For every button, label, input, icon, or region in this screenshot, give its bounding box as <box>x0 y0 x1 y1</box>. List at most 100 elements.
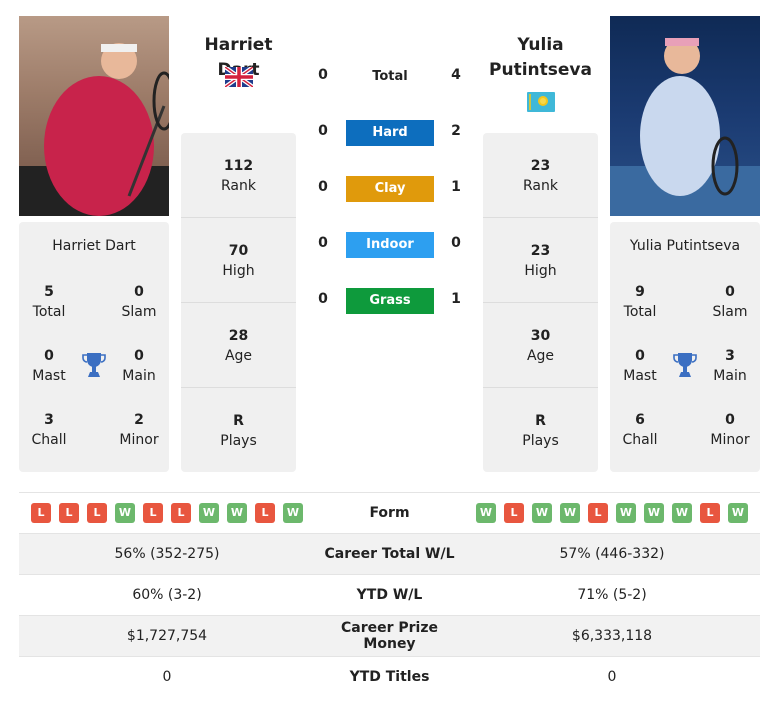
form-badge-loss: L <box>143 503 163 523</box>
titles-main-label: Main <box>122 368 156 384</box>
titles-slam-label: Slam <box>121 304 157 320</box>
row-label: Career Prize Money <box>340 620 438 652</box>
form-badge-win: W <box>115 503 135 523</box>
stat-value: R <box>535 413 546 429</box>
form-badge-win: W <box>532 503 552 523</box>
form-left: LLLWLLWWLW <box>19 503 315 523</box>
row-right-value: $6,333,118 <box>571 628 653 644</box>
table-row: 56% (352-275) Career Total W/L 57% (446-… <box>19 533 760 574</box>
titles-chall-value: 3 <box>44 412 54 428</box>
h2h-total-right: 4 <box>451 67 461 83</box>
titles-mast: 0 Mast <box>19 346 79 386</box>
stat-label: High <box>222 263 255 279</box>
titles-chall-label: Chall <box>31 432 67 448</box>
row-label: YTD W/L <box>356 587 423 603</box>
stat-value: 23 <box>530 243 551 259</box>
titles-mast-label: Mast <box>32 368 66 384</box>
stat-label: Age <box>526 348 555 364</box>
player-name-line1: Yulia <box>517 35 564 55</box>
row-right-value: 57% (446-332) <box>559 546 665 562</box>
titles-slam-value: 0 <box>725 284 735 300</box>
stat-value: 112 <box>223 158 254 174</box>
titles-minor: 0 Minor <box>700 410 760 450</box>
row-right-value: 0 <box>607 669 617 685</box>
titles-total-label: Total <box>32 304 66 320</box>
stat-label: High <box>524 263 557 279</box>
player-stats-left: 112 Rank 70 High 28 Age R Plays <box>181 133 296 472</box>
form-badge-loss: L <box>59 503 79 523</box>
stat-value: 30 <box>530 328 551 344</box>
surface-indoor-badge: Indoor <box>346 232 434 258</box>
form-badge-win: W <box>199 503 219 523</box>
form-badge-loss: L <box>588 503 608 523</box>
form-badge-win: W <box>476 503 496 523</box>
stat-label: Plays <box>522 433 559 449</box>
form-badge-win: W <box>227 503 247 523</box>
titles-slam-value: 0 <box>134 284 144 300</box>
titles-mast-value: 0 <box>44 348 54 364</box>
surface-hard-badge: Hard <box>346 120 434 146</box>
titles-main-label: Main <box>713 368 747 384</box>
stat-rank: 23 Rank <box>483 133 598 218</box>
h2h-grass-right: 1 <box>451 291 461 307</box>
row-right-value: 71% (5-2) <box>577 587 647 603</box>
stat-label: Plays <box>220 433 257 449</box>
form-row: LLLWLLWWLW Form WLWWLWWWLW <box>19 492 760 533</box>
form-label: Form <box>369 505 410 521</box>
h2h-indoor-right: 0 <box>451 235 461 251</box>
h2h-hard-left: 0 <box>318 123 328 139</box>
row-label: Career Total W/L <box>324 546 455 562</box>
stat-high: 70 High <box>181 218 296 303</box>
stat-plays: R Plays <box>483 388 598 473</box>
titles-main: 0 Main <box>109 346 169 386</box>
player-titles-card-left: Harriet Dart 5 Total 0 Slam 0 Mast 0 Mai… <box>19 222 169 472</box>
titles-minor-label: Minor <box>710 432 750 448</box>
h2h-total-left: 0 <box>318 67 328 83</box>
player-photo-placeholder <box>610 38 760 216</box>
player-photo-placeholder <box>19 43 169 216</box>
form-badge-win: W <box>644 503 664 523</box>
h2h-indoor-left: 0 <box>318 235 328 251</box>
form-badge-win: W <box>283 503 303 523</box>
table-row: 0 YTD Titles 0 <box>19 656 760 697</box>
titles-minor-label: Minor <box>119 432 159 448</box>
stat-label: Rank <box>221 178 256 194</box>
stat-age: 30 Age <box>483 303 598 388</box>
gb-flag-icon <box>225 67 253 87</box>
player-name-heading-right[interactable]: Yulia Putintseva <box>483 33 598 83</box>
row-left-value: 60% (3-2) <box>132 587 202 603</box>
titles-chall-value: 6 <box>635 412 645 428</box>
titles-main-value: 0 <box>134 348 144 364</box>
titles-minor: 2 Minor <box>109 410 169 450</box>
stat-value: 23 <box>530 158 551 174</box>
row-left-value: 56% (352-275) <box>114 546 220 562</box>
form-badge-win: W <box>560 503 580 523</box>
form-badge-loss: L <box>700 503 720 523</box>
row-label: YTD Titles <box>349 669 430 685</box>
trophy-icon <box>673 353 697 377</box>
form-badge-loss: L <box>504 503 524 523</box>
titles-total: 5 Total <box>19 282 79 322</box>
titles-total-value: 5 <box>44 284 54 300</box>
form-badge-win: W <box>672 503 692 523</box>
titles-minor-value: 0 <box>725 412 735 428</box>
form-badge-win: W <box>616 503 636 523</box>
form-badge-loss: L <box>31 503 51 523</box>
titles-total-label: Total <box>623 304 657 320</box>
surface-clay-badge: Clay <box>346 176 434 202</box>
trophy-icon <box>82 353 106 377</box>
form-badge-loss: L <box>87 503 107 523</box>
form-badge-win: W <box>728 503 748 523</box>
stat-value: 28 <box>228 328 249 344</box>
titles-total-value: 9 <box>635 284 645 300</box>
stat-value: R <box>233 413 244 429</box>
player-name: Harriet Dart <box>52 238 136 254</box>
stat-label: Age <box>224 348 253 364</box>
comparison-table: LLLWLLWWLW Form WLWWLWWWLW 56% (352-275)… <box>19 492 760 697</box>
titles-chall-label: Chall <box>622 432 658 448</box>
titles-chall: 6 Chall <box>610 410 670 450</box>
stat-plays: R Plays <box>181 388 296 473</box>
stat-age: 28 Age <box>181 303 296 388</box>
player-name-line2: Putintseva <box>489 60 592 80</box>
player-photo-yulia-putintseva <box>610 16 760 216</box>
